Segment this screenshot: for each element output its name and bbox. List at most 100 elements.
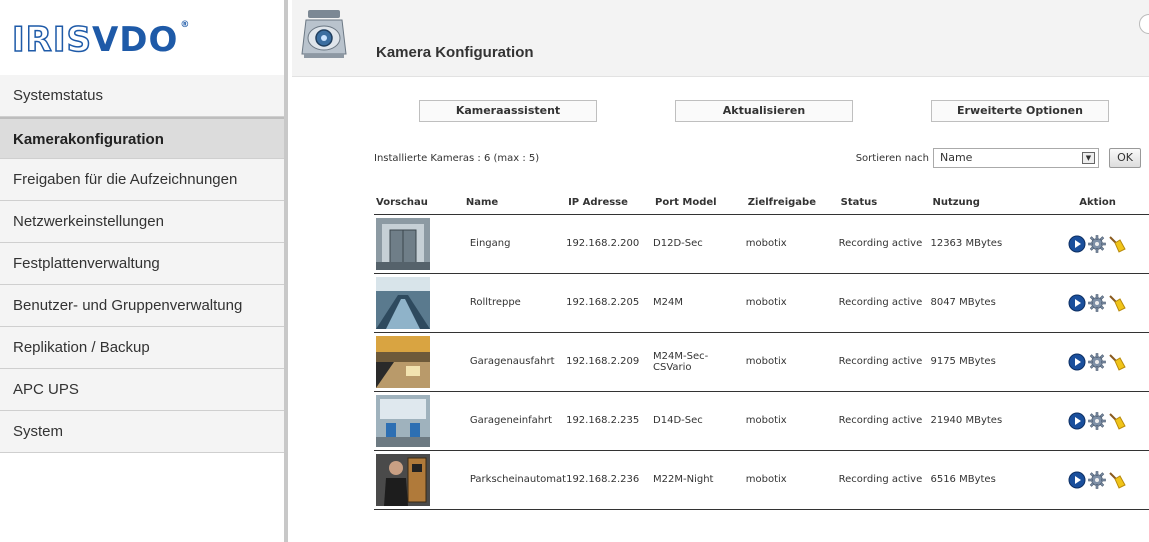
camera-name: Garagenausfahrt <box>463 332 567 392</box>
camera-preview-image[interactable] <box>376 276 430 329</box>
col-header-name: Name <box>463 194 567 215</box>
broom-icon[interactable] <box>1108 294 1126 312</box>
camera-ip: 192.168.2.209 <box>566 332 654 392</box>
broom-icon[interactable] <box>1108 235 1126 253</box>
preview-cell <box>374 391 464 451</box>
col-header-preview: Vorschau <box>374 194 464 215</box>
camera-ip: 192.168.2.200 <box>566 214 654 274</box>
action-cell <box>1043 450 1149 510</box>
camera-name: Garageneinfahrt <box>463 391 567 451</box>
preview-cell <box>374 214 464 274</box>
settings-gear-icon[interactable] <box>1087 352 1106 371</box>
camera-ip: 192.168.2.235 <box>566 391 654 451</box>
logo-text-iris: IRIS <box>11 19 92 61</box>
broom-icon[interactable] <box>1108 412 1126 430</box>
camera-name: Parkscheinautomat <box>463 450 567 510</box>
installed-cameras-count: Installierte Kameras : 6 (max : 5) <box>374 153 540 164</box>
camera-target: mobotix <box>745 332 839 392</box>
logo-text-vdo: VDO <box>91 20 179 60</box>
camera-usage: 9175 MBytes <box>930 332 1044 392</box>
settings-gear-icon[interactable] <box>1087 293 1106 312</box>
main-content: Kamera Konfiguration Kameraassistent Akt… <box>292 0 1149 542</box>
camera-wizard-button[interactable]: Kameraassistent <box>419 100 597 122</box>
settings-gear-icon[interactable] <box>1087 234 1106 253</box>
sidebar-item-netzwerkeinstellungen[interactable]: Netzwerkeinstellungen <box>0 201 284 243</box>
camera-ip: 192.168.2.205 <box>566 273 654 333</box>
camera-model: D12D-Sec <box>653 214 746 274</box>
camera-target: mobotix <box>745 450 839 510</box>
camera-ip: 192.168.2.236 <box>566 450 654 510</box>
broom-icon[interactable] <box>1108 471 1126 489</box>
play-icon[interactable] <box>1068 353 1086 371</box>
sidebar-item-replikation-backup[interactable]: Replikation / Backup <box>0 327 284 369</box>
chevron-down-icon[interactable]: ▼ <box>1082 152 1095 164</box>
page-header: Kamera Konfiguration <box>292 0 1149 77</box>
camera-usage: 6516 MBytes <box>930 450 1044 510</box>
camera-target: mobotix <box>745 391 839 451</box>
camera-table: Vorschau Name IP Adresse Port Model Ziel… <box>374 194 1149 510</box>
camera-status: Recording active <box>838 332 931 392</box>
camera-preview-image[interactable] <box>376 394 430 447</box>
logo-registered-mark: ® <box>180 20 191 30</box>
action-cell <box>1043 273 1149 333</box>
toolbar: Kameraassistent Aktualisieren Erweiterte… <box>292 100 1149 122</box>
camera-model: M24M-Sec-CSVario <box>653 332 746 392</box>
preview-cell <box>374 332 464 392</box>
camera-model: M24M <box>653 273 746 333</box>
sidebar-item-freigaben[interactable]: Freigaben für die Aufzeichnungen <box>0 159 284 201</box>
camera-preview-image[interactable] <box>376 453 430 506</box>
sort-select[interactable]: Name ▼ <box>933 148 1099 168</box>
sidebar-item-apc-ups[interactable]: APC UPS <box>0 369 284 411</box>
sort-label: Sortieren nach <box>855 153 929 164</box>
sort-select-value: Name <box>940 151 973 164</box>
action-cell <box>1043 214 1149 274</box>
table-row: Parkscheinautomat 192.168.2.236 M22M-Nig… <box>374 450 1149 510</box>
col-header-ip: IP Adresse <box>566 194 654 215</box>
settings-gear-icon[interactable] <box>1087 411 1106 430</box>
camera-model: M22M-Night <box>653 450 746 510</box>
camera-icon <box>301 10 347 58</box>
table-row: Rolltreppe 192.168.2.205 M24M mobotix Re… <box>374 273 1149 333</box>
camera-status: Recording active <box>838 214 931 274</box>
play-icon[interactable] <box>1068 412 1086 430</box>
table-header-row: Vorschau Name IP Adresse Port Model Ziel… <box>374 194 1149 215</box>
col-header-status: Status <box>838 194 931 215</box>
col-header-model: Port Model <box>653 194 746 215</box>
page-title: Kamera Konfiguration <box>376 44 534 61</box>
play-icon[interactable] <box>1068 294 1086 312</box>
preview-cell <box>374 450 464 510</box>
camera-model: D14D-Sec <box>653 391 746 451</box>
table-row: Garageneinfahrt 192.168.2.235 D14D-Sec m… <box>374 391 1149 451</box>
camera-target: mobotix <box>745 273 839 333</box>
preview-cell <box>374 273 464 333</box>
camera-usage: 12363 MBytes <box>930 214 1044 274</box>
camera-preview-image[interactable] <box>376 335 430 388</box>
sidebar-item-benutzerverwaltung[interactable]: Benutzer- und Gruppenverwaltung <box>0 285 284 327</box>
camera-preview-image[interactable] <box>376 217 430 270</box>
table-row: Eingang 192.168.2.200 D12D-Sec mobotix R… <box>374 214 1149 274</box>
sidebar-item-festplattenverwaltung[interactable]: Festplattenverwaltung <box>0 243 284 285</box>
camera-target: mobotix <box>745 214 839 274</box>
action-cell <box>1043 391 1149 451</box>
sidebar-item-kamerakonfiguration[interactable]: Kamerakonfiguration <box>0 117 284 159</box>
settings-gear-icon[interactable] <box>1087 470 1106 489</box>
play-icon[interactable] <box>1068 471 1086 489</box>
advanced-options-button[interactable]: Erweiterte Optionen <box>931 100 1109 122</box>
table-row: Garagenausfahrt 192.168.2.209 M24M-Sec-C… <box>374 332 1149 392</box>
broom-icon[interactable] <box>1108 353 1126 371</box>
camera-usage: 8047 MBytes <box>930 273 1044 333</box>
camera-name: Eingang <box>463 214 567 274</box>
info-row: Installierte Kameras : 6 (max : 5) Sorti… <box>374 148 1141 170</box>
sort-ok-button[interactable]: OK <box>1109 148 1141 168</box>
col-header-target: Zielfreigabe <box>745 194 839 215</box>
sidebar-item-systemstatus[interactable]: Systemstatus <box>0 75 284 117</box>
camera-status: Recording active <box>838 273 931 333</box>
brand-logo: IRISVDO ® <box>0 0 284 75</box>
refresh-button[interactable]: Aktualisieren <box>675 100 853 122</box>
camera-name: Rolltreppe <box>463 273 567 333</box>
col-header-usage: Nutzung <box>930 194 1044 215</box>
play-icon[interactable] <box>1068 235 1086 253</box>
help-icon[interactable] <box>1139 14 1149 34</box>
camera-status: Recording active <box>838 391 931 451</box>
sidebar-item-system[interactable]: System <box>0 411 284 453</box>
